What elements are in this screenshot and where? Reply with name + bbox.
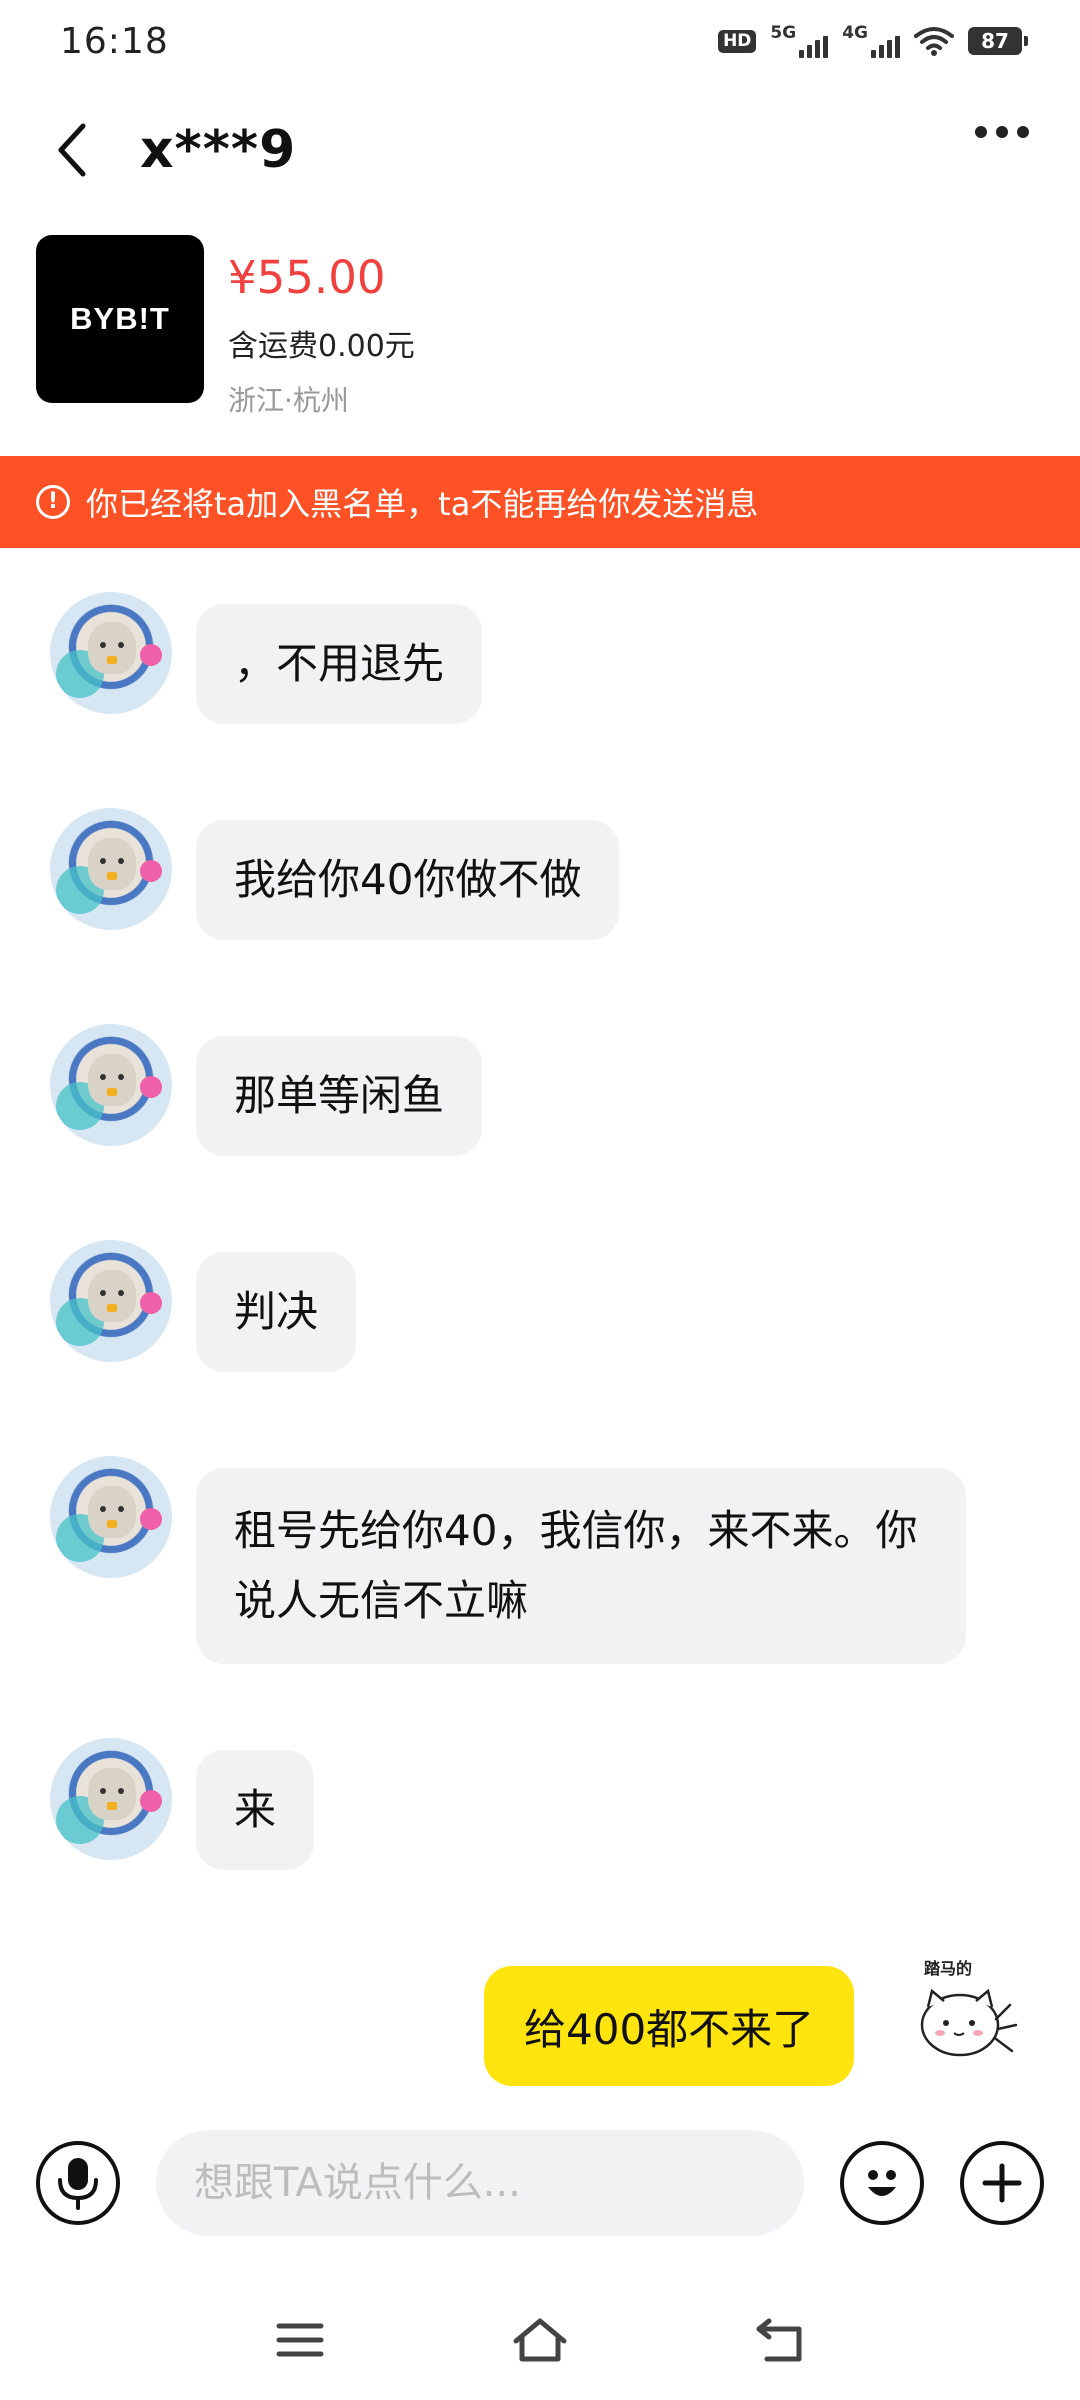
back-button[interactable] [18,100,128,200]
product-info: ¥55.00 含运费0.00元 浙江·杭州 [228,235,415,455]
more-dots-icon [975,126,987,138]
product-image[interactable]: BYB!T [36,235,204,403]
chevron-left-icon [58,123,86,177]
message-input[interactable] [156,2130,804,2236]
return-icon [756,2318,802,2362]
contact-avatar[interactable] [50,1240,172,1362]
home-button[interactable] [505,2310,575,2370]
hd-icon: HD [718,29,757,53]
back-nav-button[interactable] [745,2310,815,2370]
status-icons: HD 5G 4G 87 [718,24,1028,58]
emoji-button[interactable] [840,2141,924,2225]
voice-button[interactable] [36,2141,120,2225]
system-nav-bar [0,2280,1080,2400]
status-time: 16:18 [60,20,169,62]
product-shipping: 含运费0.00元 [228,328,415,364]
menu-icon [276,2323,324,2357]
chat-header: x***9 [0,82,1080,218]
blacklist-banner: ! 你已经将ta加入黑名单，ta不能再给你发送消息 [0,456,1080,548]
menu-button[interactable] [265,2310,335,2370]
chat-title: x***9 [140,120,297,180]
status-bar: 16:18 HD 5G 4G 87 [0,0,1080,82]
contact-avatar[interactable] [50,808,172,930]
product-price: ¥55.00 [228,251,386,304]
plus-button[interactable] [960,2141,1044,2225]
own-message-bubble[interactable]: 给400都不来了 [484,1966,855,2086]
wifi-icon [914,27,954,56]
message-bubble[interactable]: ，不用退先 [196,604,483,724]
contact-avatar[interactable] [50,592,172,714]
more-button[interactable] [962,112,1042,152]
message-bubble[interactable]: 我给你40你做不做 [196,820,620,940]
input-bar [0,2108,1080,2258]
microphone-icon [58,2158,98,2210]
battery-icon: 87 [968,27,1028,55]
message-bubble[interactable]: 来 [196,1750,315,1870]
message-bubble[interactable]: 判决 [196,1252,357,1372]
signal-4g-icon: 4G [842,24,900,58]
product-brand-logo: BYB!T [70,301,170,336]
message-bubble[interactable]: 那单等闲鱼 [196,1036,483,1156]
signal-5g-icon: 5G [770,24,829,58]
contact-avatar[interactable] [50,1456,172,1578]
emoji-icon [868,2170,896,2196]
home-icon [513,2318,567,2362]
banner-text: 你已经将ta加入黑名单，ta不能再给你发送消息 [86,485,759,523]
warning-icon: ! [36,485,70,519]
contact-avatar[interactable] [50,1024,172,1146]
contact-avatar[interactable] [50,1738,172,1860]
message-bubble[interactable]: 租号先给你40，我信你，来不来。你说人无信不立嘛 [196,1468,966,1664]
own-avatar[interactable]: 踏马的 [914,1955,1026,2075]
product-card[interactable]: BYB!T ¥55.00 含运费0.00元 浙江·杭州 [0,235,1080,455]
own-avatar-sticker-text: 踏马的 [924,1959,973,1978]
battery-level: 87 [981,29,1009,53]
plus-icon [982,2163,1022,2203]
product-location: 浙江·杭州 [228,383,349,417]
